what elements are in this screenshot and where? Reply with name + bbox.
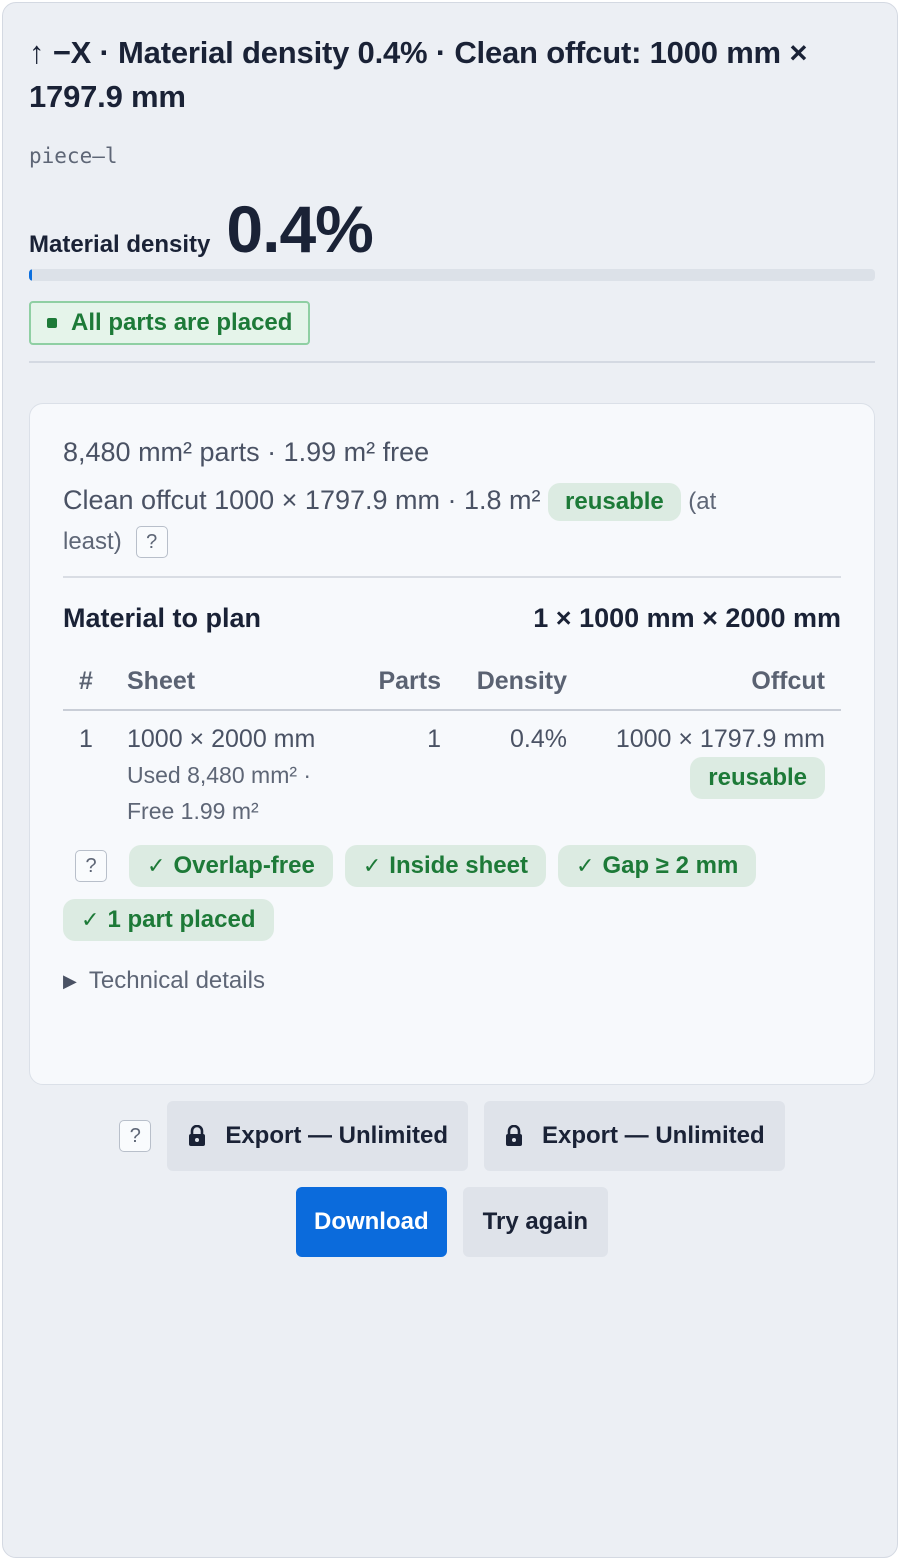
row-sheet-used: Used 8,480 mm² ·: [127, 762, 312, 788]
row-sheet: 1000 × 2000 mm Used 8,480 mm² · Free 1.9…: [127, 710, 359, 829]
divider: [29, 361, 875, 363]
technical-details-toggle[interactable]: ▶ Technical details: [63, 967, 841, 995]
row-offcut: 1000 × 1797.9 mm reusable: [579, 710, 841, 829]
export-button-2-label: Export — Unlimited: [542, 1122, 765, 1149]
density-label: Material density: [29, 231, 211, 258]
disclosure-triangle-icon: ▶: [63, 970, 77, 991]
check-label: Gap ≥ 2 mm: [602, 852, 739, 879]
export-button-2[interactable]: Export — Unlimited: [484, 1101, 785, 1171]
export-help-icon[interactable]: ?: [119, 1120, 152, 1152]
col-sheet: Sheet: [127, 654, 359, 711]
export-button-1-label: Export — Unlimited: [225, 1122, 448, 1149]
offcut-summary-continued: least) ?: [63, 522, 841, 562]
status-dot-icon: [47, 318, 57, 328]
offcut-summary: Clean offcut 1000 × 1797.9 mm · 1.8 m² r…: [63, 480, 841, 522]
result-panel: ↑ −X · Material density 0.4% · Clean off…: [2, 2, 898, 1558]
result-content: ↑ −X · Material density 0.4% · Clean off…: [29, 31, 875, 1257]
validation-checks: ? ✓ Overlap-free ✓ Inside sheet ✓ Gap ≥ 2 m…: [63, 845, 841, 941]
lock-icon: [506, 1125, 522, 1146]
card-divider: [63, 576, 841, 578]
page-title: ↑ −X · Material density 0.4% · Clean off…: [29, 35, 808, 114]
details-card-inner: 8,480 mm² parts · 1.99 m² free Clean off…: [63, 432, 841, 995]
density-progress-bar: [29, 269, 875, 281]
row-sheet-size: 1000 × 2000 mm: [127, 725, 316, 753]
row-density: 0.4%: [510, 725, 567, 753]
check-label: 1 part placed: [107, 906, 256, 933]
check-label: Overlap-free: [173, 852, 315, 879]
offcut-help-icon[interactable]: ?: [135, 526, 168, 558]
check-inside-sheet: ✓ Inside sheet: [344, 845, 546, 887]
table-row: 1 1000 × 2000 mm Used 8,480 mm² · Free 1…: [63, 710, 841, 829]
sheets-table: # Sheet Parts Density Offcut 1 1000 × 20…: [63, 654, 841, 829]
parts-summary: 8,480 mm² parts · 1.99 m² free: [63, 437, 430, 467]
check-gap: ✓ Gap ≥ 2 mm: [558, 845, 757, 887]
material-label: Material to plan: [63, 603, 262, 633]
primary-actions: Download Try again: [29, 1187, 875, 1257]
row-index: 1: [79, 725, 93, 753]
checks-help-icon[interactable]: ?: [75, 850, 107, 882]
status-badge: All parts are placed: [29, 301, 311, 345]
checkmark-icon: ✓: [81, 907, 100, 932]
density-value: 0.4%: [226, 192, 373, 266]
row-offcut-reusable-badge: reusable: [690, 757, 825, 799]
offcut-reusable-badge: reusable: [548, 482, 681, 521]
try-again-button[interactable]: Try again: [462, 1187, 609, 1257]
material-to-plan: Material to plan 1 × 1000 mm × 2000 mm: [63, 598, 841, 638]
piece-id: piece–l: [29, 144, 118, 168]
offcut-text: Clean offcut 1000 × 1797.9 mm · 1.8 m²: [63, 485, 541, 515]
material-value: 1 × 1000 mm × 2000 mm: [533, 603, 841, 633]
technical-details-label: Technical details: [88, 967, 265, 994]
table-header-row: # Sheet Parts Density Offcut: [63, 654, 841, 711]
download-button[interactable]: Download: [295, 1187, 447, 1257]
check-overlap-free: ✓ Overlap-free: [129, 845, 333, 887]
col-offcut: Offcut: [579, 654, 841, 711]
density-summary: Material density 0.4%: [29, 192, 875, 266]
checkmark-icon: ✓: [576, 853, 595, 878]
export-actions: ? Export — Unlimited Export — Unlimited: [29, 1101, 875, 1171]
row-sheet-free: Free 1.99 m²: [127, 798, 259, 824]
row-parts: 1: [427, 725, 441, 753]
density-progress-fill: [29, 269, 33, 281]
at-least-text: (at: [688, 488, 717, 515]
checkmark-icon: ✓: [362, 853, 382, 878]
row-offcut-size: 1000 × 1797.9 mm: [615, 725, 825, 753]
details-card: 8,480 mm² parts · 1.99 m² free Clean off…: [29, 403, 875, 1085]
lock-icon: [189, 1125, 206, 1146]
check-parts-placed: ✓ 1 part placed: [63, 899, 274, 941]
col-index: #: [63, 654, 127, 711]
at-least-text-end: least): [63, 528, 122, 555]
check-label: Inside sheet: [389, 852, 528, 879]
status-text: All parts are placed: [71, 309, 293, 336]
checkmark-icon: ✓: [147, 853, 166, 878]
col-density: Density: [441, 654, 579, 711]
export-button-1[interactable]: Export — Unlimited: [167, 1101, 468, 1171]
col-parts: Parts: [359, 654, 441, 711]
